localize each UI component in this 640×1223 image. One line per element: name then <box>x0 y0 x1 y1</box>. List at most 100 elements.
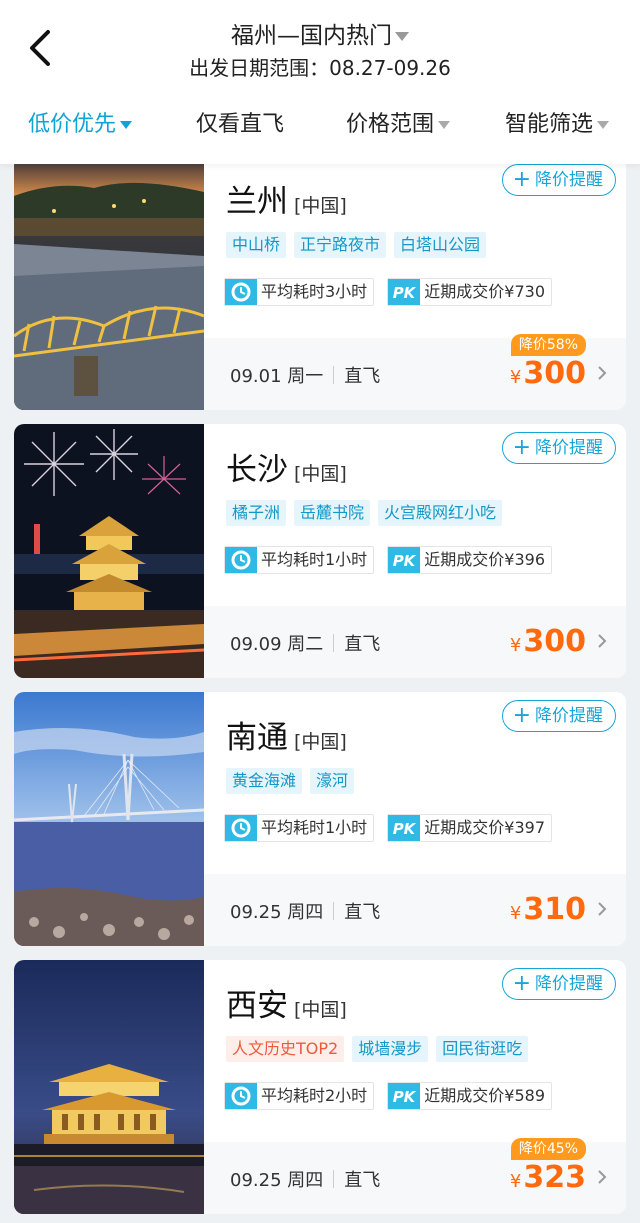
clock-icon <box>225 815 257 841</box>
recent-price-text: 近期成交价¥589 <box>424 1086 546 1105</box>
divider <box>333 1170 335 1188</box>
city-name: 西安 [中国] <box>226 980 347 1025</box>
destination-photo <box>14 424 204 678</box>
tag: 黄金海滩 <box>226 768 303 794</box>
svg-text:PK: PK <box>393 820 417 838</box>
destination-card[interactable]: 长沙 [中国] + 降价提醒 橘子洲 岳麓书院 火宫殿网红小吃 平均耗时1小时 PK 近期… <box>14 424 626 678</box>
date-text: 09.01 周一 <box>230 366 324 387</box>
meta-list: 平均耗时1小时 PK 近期成交价¥397 <box>224 814 560 842</box>
filter-label: 价格范围 <box>346 112 435 137</box>
country-label: [中国] <box>294 463 347 485</box>
tag: 正宁路夜市 <box>294 232 387 258</box>
svg-text:PK: PK <box>393 552 417 570</box>
country-label: [中国] <box>294 195 347 217</box>
duration-text: 平均耗时1小时 <box>261 550 368 569</box>
tag: 中山桥 <box>226 232 287 258</box>
filter-low-price[interactable]: 低价优先 <box>28 106 133 138</box>
meta-list: 平均耗时1小时 PK 近期成交价¥396 <box>224 546 560 574</box>
recent-price-info: PK 近期成交价¥730 <box>387 278 553 306</box>
duration-text: 平均耗时1小时 <box>261 818 368 837</box>
price: ¥300 <box>510 624 586 659</box>
currency-symbol: ¥ <box>509 367 522 388</box>
price-value: 323 <box>523 1160 586 1195</box>
flight-row[interactable]: 09.25 周四 直飞 ¥310 <box>204 874 626 946</box>
destination-card[interactable]: 南通 [中国] + 降价提醒 黄金海滩 濠河 平均耗时1小时 PK 近期成交价¥397 … <box>14 692 626 946</box>
flight-row[interactable]: 09.09 周二 直飞 ¥300 <box>204 606 626 678</box>
discount-badge: 降价45% <box>510 1138 586 1160</box>
svg-text:PK: PK <box>393 284 417 302</box>
tag: 濠河 <box>310 768 355 794</box>
currency-symbol: ¥ <box>509 1171 522 1192</box>
filter-direct-only[interactable]: 仅看直飞 <box>196 106 284 138</box>
duration-text: 平均耗时2小时 <box>261 1086 368 1105</box>
pk-icon: PK <box>388 1083 421 1109</box>
chevron-right-icon[interactable] <box>596 632 608 650</box>
price-alert-button[interactable]: + 降价提醒 <box>501 968 616 1000</box>
tag: 橘子洲 <box>226 500 287 526</box>
plus-icon: + <box>512 435 531 460</box>
meta-list: 平均耗时2小时 PK 近期成交价¥589 <box>224 1082 560 1110</box>
date-text: 09.09 周二 <box>230 634 324 655</box>
flight-date: 09.25 周四 直飞 <box>230 898 380 924</box>
price-alert-button[interactable]: + 降价提醒 <box>501 164 616 196</box>
clock-icon <box>225 547 257 573</box>
direct-label: 直飞 <box>344 366 381 387</box>
price-alert-button[interactable]: + 降价提醒 <box>501 700 616 732</box>
city-label: 西安 <box>226 988 288 1024</box>
country-label: [中国] <box>294 731 347 753</box>
chevron-right-icon[interactable] <box>596 364 608 382</box>
filter-price-range[interactable]: 价格范围 <box>346 106 451 138</box>
destination-photo <box>14 960 204 1214</box>
direct-label: 直飞 <box>344 634 381 655</box>
price: ¥310 <box>510 892 586 927</box>
direct-label: 直飞 <box>344 902 381 923</box>
tag-list: 橘子洲 岳麓书院 火宫殿网红小吃 <box>226 500 510 526</box>
flight-row[interactable]: 09.25 周四 直飞 降价45% ¥323 <box>204 1138 626 1214</box>
caret-down-icon <box>395 32 409 41</box>
pk-icon: PK <box>388 279 421 305</box>
recent-price-text: 近期成交价¥396 <box>424 550 546 569</box>
filter-label: 低价优先 <box>28 112 117 137</box>
flight-row[interactable]: 09.01 周一 直飞 降价58% ¥300 <box>204 334 626 410</box>
alert-label: 降价提醒 <box>535 706 603 726</box>
divider <box>333 902 335 920</box>
route-title-text: 福州—国内热门 <box>231 23 392 49</box>
filter-label: 智能筛选 <box>505 112 594 137</box>
price: ¥300 <box>510 356 586 391</box>
chevron-right-icon[interactable] <box>596 1168 608 1186</box>
country-label: [中国] <box>294 999 347 1021</box>
city-label: 长沙 <box>226 452 288 488</box>
flight-date: 09.09 周二 直飞 <box>230 630 380 656</box>
recent-price-text: 近期成交价¥730 <box>424 282 546 301</box>
destination-photo <box>14 692 204 946</box>
pk-icon: PK <box>388 547 421 573</box>
price-alert-button[interactable]: + 降价提醒 <box>501 432 616 464</box>
meta-list: 平均耗时3小时 PK 近期成交价¥730 <box>224 278 560 306</box>
duration-info: 平均耗时1小时 <box>224 546 375 574</box>
duration-info: 平均耗时1小时 <box>224 814 375 842</box>
divider <box>333 366 335 384</box>
flight-date: 09.25 周四 直飞 <box>230 1166 380 1192</box>
filter-smart[interactable]: 智能筛选 <box>505 106 610 138</box>
date-text: 09.25 周四 <box>230 1170 324 1191</box>
price-value: 300 <box>523 624 586 659</box>
plus-icon: + <box>512 703 531 728</box>
discount-badge: 降价58% <box>510 334 586 356</box>
currency-symbol: ¥ <box>509 635 522 656</box>
filter-bar: 低价优先 仅看直飞 价格范围 智能筛选 <box>0 106 640 142</box>
divider <box>333 634 335 652</box>
tag: 白塔山公园 <box>394 232 487 258</box>
caret-down-icon <box>120 121 133 129</box>
date-range: 出发日期范围：08.27-09.26 <box>189 56 451 80</box>
destination-card[interactable]: 西安 [中国] + 降价提醒 人文历史TOP2 城墙漫步 回民街逛吃 平均耗时2小时 P… <box>14 960 626 1214</box>
route-title[interactable]: 福州—国内热门 <box>0 16 640 50</box>
direct-label: 直飞 <box>344 1170 381 1191</box>
chevron-right-icon[interactable] <box>596 900 608 918</box>
tag-list: 人文历史TOP2 城墙漫步 回民街逛吃 <box>226 1036 536 1062</box>
alert-label: 降价提醒 <box>535 170 603 190</box>
city-name: 南通 [中国] <box>226 712 347 757</box>
caret-down-icon <box>597 121 610 129</box>
destination-card[interactable]: 兰州 [中国] + 降价提醒 中山桥 正宁路夜市 白塔山公园 平均耗时3小时 PK 近期成… <box>14 156 626 410</box>
caret-down-icon <box>438 121 451 129</box>
filter-label: 仅看直飞 <box>196 112 285 137</box>
